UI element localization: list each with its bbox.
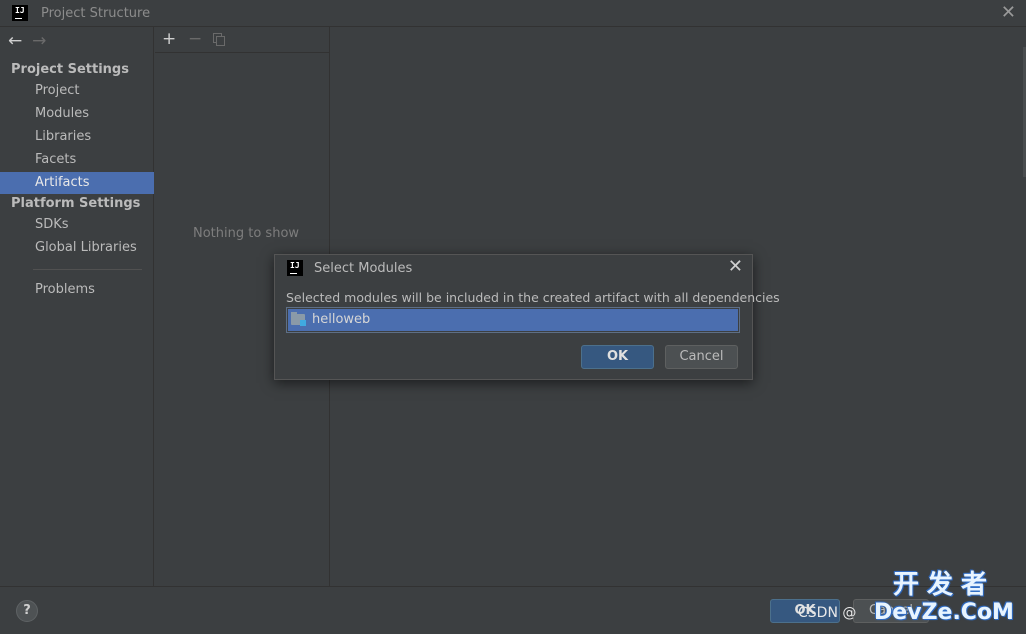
add-icon[interactable]: + bbox=[162, 29, 176, 49]
artifacts-toolbar: + − bbox=[155, 27, 329, 53]
settings-sidebar: ← → Project Settings Project Modules Lib… bbox=[0, 27, 154, 586]
empty-list-text: Nothing to show bbox=[193, 226, 300, 241]
back-arrow-icon[interactable]: ← bbox=[8, 31, 28, 51]
watermark-cn-text: 开发者 bbox=[892, 570, 995, 600]
help-button[interactable]: ? bbox=[16, 600, 38, 622]
close-icon[interactable]: ✕ bbox=[728, 258, 743, 276]
sidebar-item-artifacts[interactable]: Artifacts bbox=[0, 172, 154, 194]
forward-arrow-icon[interactable]: → bbox=[32, 31, 52, 51]
watermark-en-text: DevZe.CoM bbox=[874, 600, 1014, 625]
module-label: helloweb bbox=[312, 312, 371, 327]
dialog-cancel-button[interactable]: Cancel bbox=[665, 345, 738, 369]
title-bar: IJ Project Structure ✕ bbox=[0, 0, 1026, 27]
sidebar-item-sdks[interactable]: SDKs bbox=[0, 214, 154, 236]
project-settings-title: Project Settings bbox=[11, 62, 129, 77]
module-list: helloweb bbox=[286, 307, 740, 333]
copy-icon[interactable] bbox=[213, 33, 225, 46]
platform-settings-title: Platform Settings bbox=[11, 196, 141, 211]
close-icon[interactable]: ✕ bbox=[1001, 4, 1016, 22]
bottom-bar: ? OK Cancel CSDN @ 开发者 DevZe.CoM bbox=[0, 572, 1026, 634]
intellij-logo-icon: IJ bbox=[12, 5, 28, 21]
devze-watermark: 开发者 DevZe.CoM bbox=[868, 572, 1020, 626]
module-folder-icon bbox=[291, 312, 306, 326]
sidebar-item-modules[interactable]: Modules bbox=[0, 103, 154, 125]
sidebar-item-global-libraries[interactable]: Global Libraries bbox=[0, 237, 154, 259]
remove-icon[interactable]: − bbox=[188, 29, 202, 49]
csdn-watermark: CSDN @ bbox=[798, 605, 857, 621]
select-modules-dialog: IJ Select Modules ✕ Selected modules wil… bbox=[274, 254, 780, 380]
list-item[interactable]: helloweb bbox=[288, 309, 738, 331]
sidebar-divider bbox=[33, 269, 142, 270]
dialog-ok-button[interactable]: OK bbox=[581, 345, 654, 369]
nav-arrows: ← → bbox=[8, 31, 52, 51]
sidebar-item-problems[interactable]: Problems bbox=[0, 279, 154, 301]
dialog-title: Select Modules bbox=[314, 261, 413, 276]
dialog-description: Selected modules will be included in the… bbox=[286, 290, 780, 305]
sidebar-item-libraries[interactable]: Libraries bbox=[0, 126, 154, 148]
window-title: Project Structure bbox=[41, 6, 151, 21]
intellij-logo-icon: IJ bbox=[287, 260, 303, 276]
sidebar-item-project[interactable]: Project bbox=[0, 80, 154, 102]
sidebar-item-facets[interactable]: Facets bbox=[0, 149, 154, 171]
